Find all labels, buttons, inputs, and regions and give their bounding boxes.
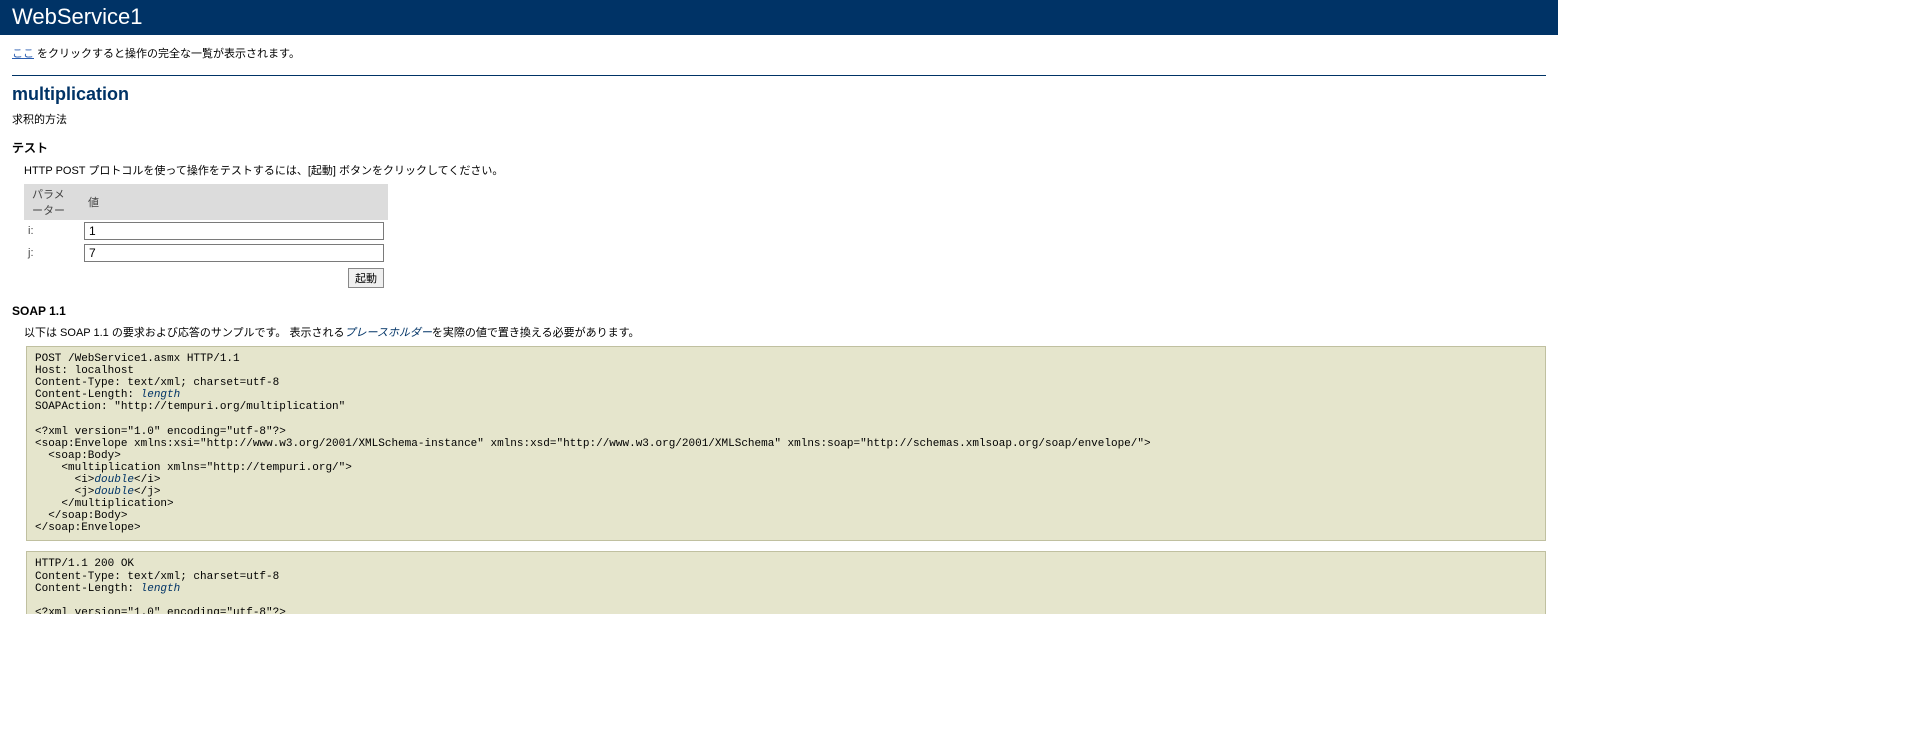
param-label-i: i: [24,220,80,242]
col-parameter: パラメーター [24,184,80,220]
param-input-j[interactable] [84,244,384,262]
test-heading: テスト [12,139,1546,156]
header-bar: WebService1 [0,0,1558,35]
soap11-request-block: POST /WebService1.asmx HTTP/1.1 Host: lo… [26,346,1546,541]
intro-after: をクリックすると操作の完全な一覧が表示されます。 [34,48,300,60]
main-content: ここ をクリックすると操作の完全な一覧が表示されます。 multiplicati… [0,45,1558,614]
operation-name: multiplication [12,84,1546,105]
page-scroll-container[interactable]: WebService1 ここ をクリックすると操作の完全な一覧が表示されます。 … [0,0,1558,614]
soap11-response-block: HTTP/1.1 200 OK Content-Type: text/xml; … [26,551,1546,614]
invoke-button[interactable]: 起動 [348,268,384,288]
table-row: j: [24,242,388,264]
separator [12,75,1546,76]
col-value: 値 [80,184,388,220]
table-row: i: [24,220,388,242]
soap11-heading: SOAP 1.1 [12,304,1546,318]
placeholder-word: プレースホルダー [344,327,431,339]
service-title: WebService1 [12,4,142,29]
param-input-i[interactable] [84,222,384,240]
operation-description: 求积的方法 [12,111,1546,127]
param-label-j: j: [24,242,80,264]
operation-list-link[interactable]: ここ [12,48,34,60]
parameter-table: パラメーター 値 i: j: 起動 [24,184,388,292]
soap11-note: 以下は SOAP 1.1 の要求および応答のサンプルです。 表示されるプレースホ… [24,324,1546,340]
intro-line: ここ をクリックすると操作の完全な一覧が表示されます。 [12,45,1546,61]
test-instructions: HTTP POST プロトコルを使って操作をテストするには、[起動] ボタンをク… [24,162,1546,178]
